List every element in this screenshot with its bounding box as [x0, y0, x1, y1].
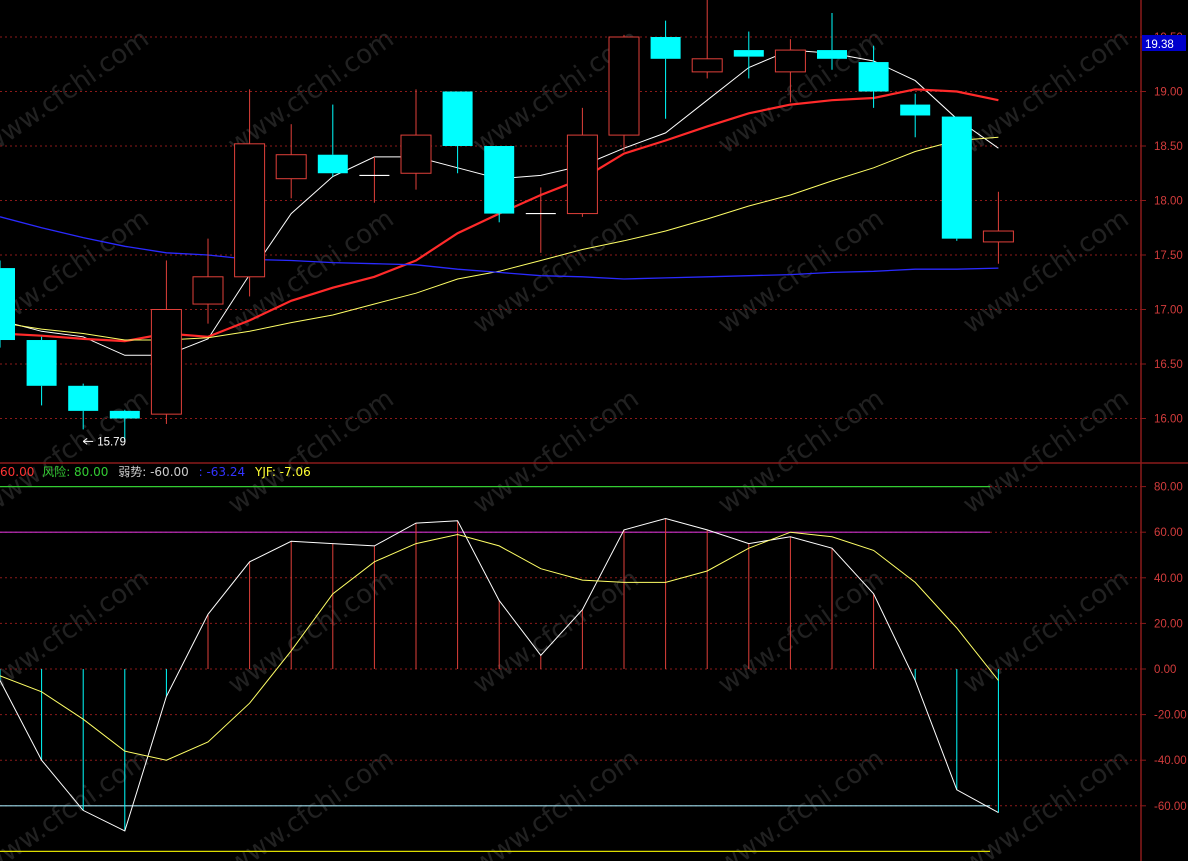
price-tick-label: 18.50: [1154, 141, 1183, 153]
indicator-tick-label: 60.00: [1154, 527, 1183, 539]
price-tick-label: 16.50: [1154, 359, 1183, 371]
current-price-tag: 19.38: [1142, 35, 1186, 51]
candle-body-down: [858, 62, 889, 92]
indicator-tick-label: 80.00: [1154, 482, 1183, 494]
candle-body-down: [650, 37, 681, 59]
stock-chart: www.cfchi.com www.cfchi.com www.cfchi.com w…: [0, 0, 1188, 861]
candle-body-down: [442, 91, 473, 146]
legend-item-value: : -63.24: [199, 465, 246, 479]
indicator-legend: 60.00 风险: 80.00 弱势: -60.00 : -63.24 YJF:…: [0, 464, 311, 479]
candle-body-up: [275, 154, 307, 180]
indicator-tick-label: -40.00: [1154, 755, 1187, 767]
candle-body-down: [68, 385, 99, 411]
candle-body-down: [109, 410, 140, 419]
candle: [484, 146, 515, 223]
price-tick-label: 16.00: [1154, 414, 1183, 426]
candle-body-down: [26, 340, 57, 386]
candle-body-up: [608, 36, 640, 136]
annotation-label: 15.79: [97, 436, 126, 448]
indicator-tick-label: 40.00: [1154, 573, 1183, 585]
indicator-tick-label: 0.00: [1154, 664, 1176, 676]
candle-body-down: [817, 50, 847, 59]
legend-item-weak: 弱势: -60.00: [118, 465, 189, 479]
indicator-tick-label: -60.00: [1154, 801, 1187, 813]
price-tag-label: 19.38: [1145, 39, 1174, 51]
legend-item: 60.00: [0, 465, 34, 479]
price-tick-label: 17.50: [1154, 250, 1183, 262]
indicator-tick-label: 20.00: [1154, 618, 1183, 630]
legend-item-risk: 风险: 80.00: [42, 464, 108, 479]
candle-body-up: [192, 276, 224, 305]
candle-body-up: [400, 134, 432, 174]
candle-body-down: [733, 50, 764, 57]
candle: [0, 260, 15, 348]
legend-item-yjf: YJF: -7.06: [254, 465, 311, 479]
candle-body-up: [566, 134, 598, 215]
candle-body-up: [982, 230, 1014, 243]
candle-body-down: [941, 116, 972, 239]
price-tick-label: 18.00: [1154, 196, 1183, 208]
candle-body-down: [317, 154, 348, 174]
candle-body-up: [150, 309, 182, 415]
candle-body-up: [691, 58, 723, 73]
candle-body-down: [484, 146, 515, 214]
price-tick-label: 19.00: [1154, 87, 1183, 99]
price-tick-label: 17.00: [1154, 305, 1183, 317]
candle: [608, 34, 640, 152]
candle-body-up: [774, 49, 806, 73]
candle-body-down: [0, 268, 15, 341]
candle: [941, 116, 972, 241]
indicator-tick-label: -20.00: [1154, 710, 1187, 722]
candle-body-down: [900, 104, 931, 116]
candle-body-up: [234, 143, 266, 278]
